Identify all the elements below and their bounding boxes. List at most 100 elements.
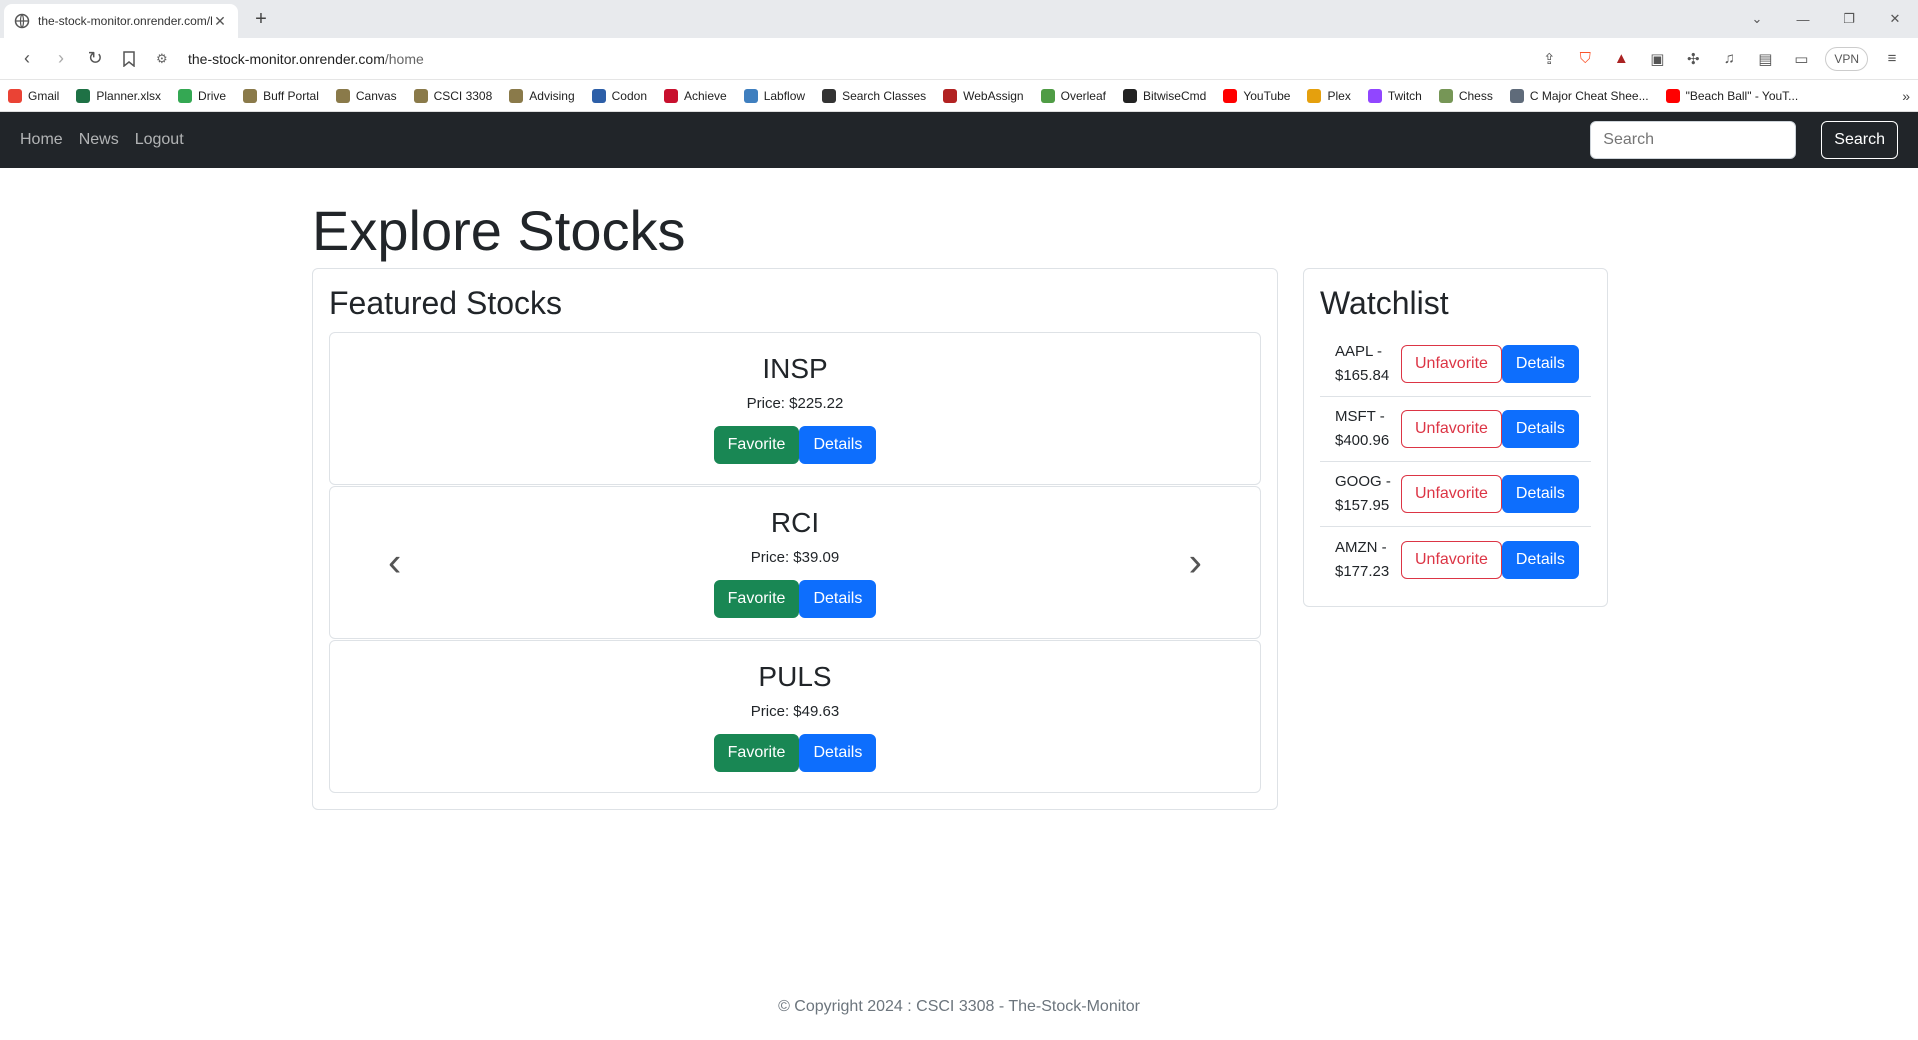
unfavorite-button[interactable]: Unfavorite — [1401, 475, 1502, 513]
footer-copyright: © Copyright 2024 : CSCI 3308 - The-Stock… — [778, 998, 1140, 1015]
tab-search-icon[interactable]: ⌄ — [1734, 0, 1780, 38]
details-button[interactable]: Details — [799, 734, 877, 772]
watchlist-item: AMZN - $177.23 Unfavorite Details — [1320, 527, 1591, 592]
site-navbar: Home News Logout Search — [0, 112, 1918, 168]
bookmark-label: Search Classes — [842, 88, 927, 103]
bookmark-favicon-icon — [664, 88, 678, 103]
unfavorite-button[interactable]: Unfavorite — [1401, 345, 1502, 383]
bookmark-item[interactable]: BitwiseCmd — [1122, 88, 1207, 103]
details-button[interactable]: Details — [799, 580, 877, 618]
bookmark-item[interactable]: Buff Portal — [243, 88, 319, 103]
bookmark-favicon-icon — [822, 88, 837, 103]
bookmark-item[interactable]: Planner.xlsx — [76, 88, 162, 103]
nav-news-link[interactable]: News — [79, 131, 119, 149]
minimize-icon[interactable]: — — [1780, 0, 1826, 38]
bookmark-item[interactable]: Search Classes — [822, 88, 927, 103]
details-button[interactable]: Details — [799, 426, 877, 464]
brave-rewards-icon[interactable]: ▲ — [1605, 44, 1637, 74]
watchlist-heading: Watchlist — [1320, 285, 1449, 321]
bookmark-favicon-icon — [1665, 88, 1680, 103]
details-button[interactable]: Details — [1501, 475, 1579, 513]
unfavorite-button[interactable]: Unfavorite — [1401, 410, 1502, 448]
bookmark-item[interactable]: Twitch — [1367, 88, 1422, 103]
main-content: Explore Stocks Featured Stocks INSP Pric… — [0, 168, 1918, 1040]
menu-icon[interactable]: ≡ — [1876, 44, 1908, 74]
bookmark-item[interactable]: Chess — [1438, 88, 1493, 103]
back-icon[interactable]: ‹ — [10, 44, 44, 74]
vpn-button[interactable]: VPN — [1825, 46, 1868, 71]
url-field[interactable]: ⚙ the-stock-monitor.onrender.com/home — [156, 44, 1533, 74]
favorite-button[interactable]: Favorite — [713, 426, 800, 464]
bookmark-item[interactable]: Achieve — [664, 88, 727, 103]
bookmark-favicon-icon — [178, 88, 193, 103]
search-input[interactable] — [1590, 121, 1797, 159]
brave-shield-icon[interactable]: ⛉ — [1569, 44, 1601, 74]
bookmark-favicon-icon — [8, 88, 22, 103]
bookmark-item[interactable]: Codon — [591, 88, 647, 103]
details-button[interactable]: Details — [1501, 540, 1579, 579]
bookmark-item[interactable]: Plex — [1307, 88, 1351, 103]
bookmark-item[interactable]: C Major Cheat Shee... — [1509, 88, 1649, 103]
puzzle-icon[interactable]: ✣ — [1677, 44, 1709, 74]
new-tab-icon[interactable]: + — [250, 8, 272, 31]
bookmark-favicon-icon — [243, 88, 258, 103]
stock-price: Price: $39.09 — [750, 549, 840, 566]
bookmark-item[interactable]: Labflow — [743, 88, 805, 103]
bookmark-icon[interactable] — [112, 44, 146, 74]
bookmark-item[interactable]: Advising — [509, 88, 575, 103]
close-tab-icon[interactable]: ✕ — [212, 13, 228, 30]
extension-icon[interactable]: ▣ — [1641, 44, 1673, 74]
bookmark-item[interactable]: Overleaf — [1040, 88, 1106, 103]
bookmark-item[interactable]: CSCI 3308 — [413, 88, 492, 103]
bookmark-item[interactable]: Canvas — [335, 88, 397, 103]
details-button[interactable]: Details — [1501, 410, 1579, 448]
close-window-icon[interactable]: ✕ — [1872, 0, 1918, 38]
favorite-button[interactable]: Favorite — [713, 734, 800, 772]
bookmark-favicon-icon — [943, 88, 958, 103]
watchlist-price: $177.23 — [1335, 562, 1390, 580]
bookmark-favicon-icon — [1223, 88, 1238, 103]
address-bar: ‹ › ↻ ⚙ the-stock-monitor.onrender.com/h… — [0, 38, 1918, 80]
nav-logout-link[interactable]: Logout — [135, 131, 184, 149]
more-bookmarks-icon[interactable]: » — [1902, 88, 1910, 104]
bookmark-favicon-icon — [591, 88, 606, 103]
browser-tabbar: the-stock-monitor.onrender.com/home ✕ + … — [0, 0, 1918, 38]
forward-icon[interactable]: › — [44, 44, 78, 74]
watchlist-price: $165.84 — [1335, 367, 1390, 384]
stock-price: Price: $49.63 — [750, 703, 840, 720]
bookmark-item[interactable]: YouTube — [1223, 88, 1290, 103]
browser-tab[interactable]: the-stock-monitor.onrender.com/home ✕ — [4, 4, 238, 38]
stock-card: PULS Price: $49.63 Favorite Details — [329, 640, 1261, 793]
nav-home-link[interactable]: Home — [20, 131, 63, 149]
sidebar-icon[interactable]: ▤ — [1749, 44, 1781, 74]
bookmark-label: Chess — [1458, 88, 1493, 103]
watchlist-stock: AAPL - $165.84 — [1335, 340, 1401, 388]
carousel-next-icon[interactable]: › — [1189, 540, 1202, 585]
page-title: Explore Stocks — [312, 199, 686, 262]
bookmark-item[interactable]: WebAssign — [943, 88, 1024, 103]
wallet-icon[interactable]: ▭ — [1785, 44, 1817, 74]
share-icon[interactable]: ⇪ — [1533, 44, 1565, 74]
bookmark-label: Planner.xlsx — [96, 88, 162, 103]
restore-icon[interactable]: ❐ — [1826, 0, 1872, 38]
bookmark-label: BitwiseCmd — [1142, 88, 1207, 103]
bookmark-favicon-icon — [1438, 88, 1453, 103]
details-button[interactable]: Details — [1501, 345, 1579, 383]
site-settings-icon[interactable]: ⚙ — [156, 51, 180, 67]
favorite-button[interactable]: Favorite — [713, 580, 800, 618]
stock-price: Price: $225.22 — [746, 395, 844, 412]
bookmark-item[interactable]: Gmail — [8, 88, 59, 103]
media-icon[interactable]: ♫ — [1713, 44, 1745, 74]
stock-symbol: INSP — [762, 353, 828, 384]
watchlist-symbol: GOOG - — [1335, 473, 1391, 490]
watchlist-item: MSFT - $400.96 Unfavorite Details — [1320, 397, 1591, 462]
bookmark-item[interactable]: "Beach Ball" - YouT... — [1665, 88, 1798, 103]
carousel-prev-icon[interactable]: ‹ — [388, 540, 401, 585]
url-path: /home — [384, 50, 424, 67]
bookmark-item[interactable]: Drive — [178, 88, 226, 103]
search-button[interactable]: Search — [1821, 121, 1898, 159]
reload-icon[interactable]: ↻ — [78, 44, 112, 74]
unfavorite-button[interactable]: Unfavorite — [1401, 540, 1502, 579]
watchlist-symbol: MSFT - — [1335, 408, 1385, 425]
bookmark-label: Canvas — [355, 88, 397, 103]
